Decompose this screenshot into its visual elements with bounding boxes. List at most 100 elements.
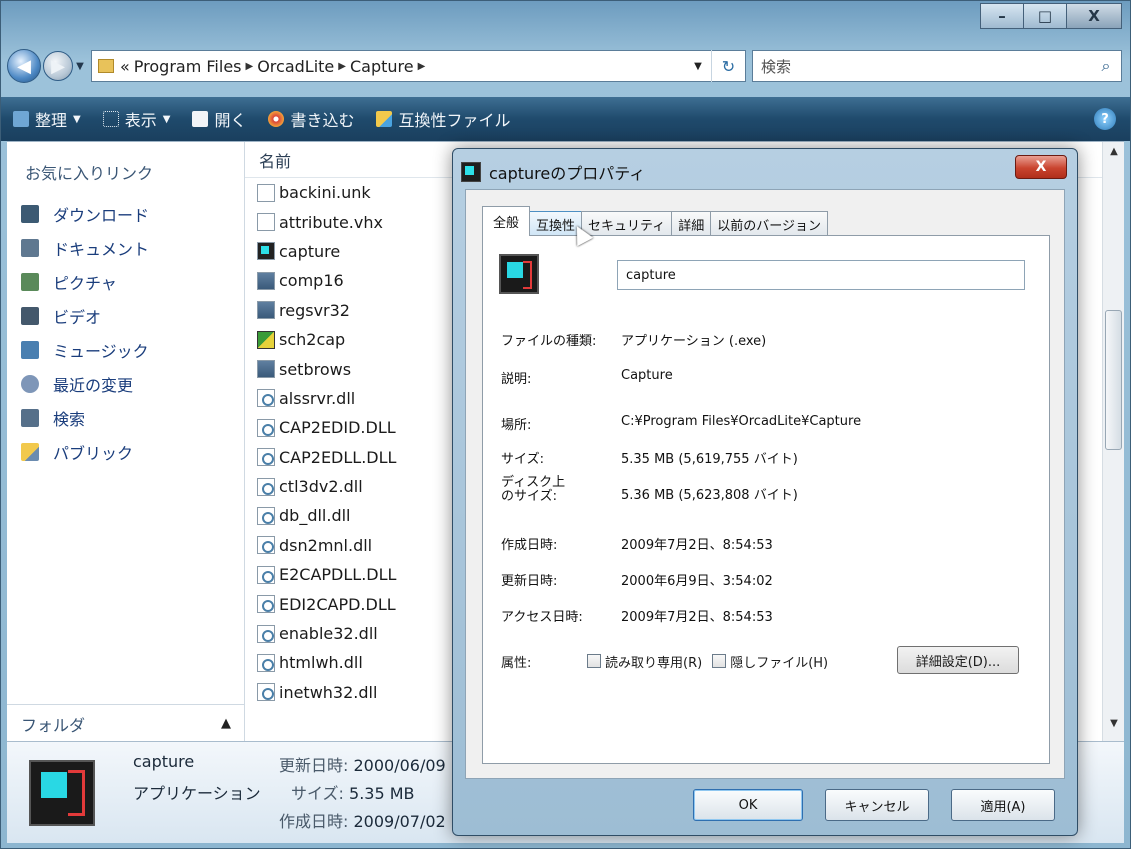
file-row[interactable]: sch2cap bbox=[257, 325, 396, 354]
search-input[interactable]: 検索 ⌕ bbox=[752, 50, 1122, 82]
file-row[interactable]: CAP2EDID.DLL bbox=[257, 413, 396, 442]
dialog-body: 全般 互換性 セキュリティ 詳細 以前のバージョン capture ファイルの種… bbox=[465, 189, 1065, 779]
tab-strip: 全般 互換性 セキュリティ 詳細 以前のバージョン bbox=[482, 206, 829, 236]
file-row[interactable]: CAP2EDLL.DLL bbox=[257, 443, 396, 472]
organize-button[interactable]: 整理 ▼ bbox=[13, 107, 81, 131]
advanced-button[interactable]: 詳細設定(D)... bbox=[897, 646, 1019, 674]
divider bbox=[499, 308, 1033, 309]
view-icon bbox=[102, 111, 119, 127]
file-row[interactable]: htmlwh.dll bbox=[257, 648, 396, 677]
file-row[interactable]: ctl3dv2.dll bbox=[257, 472, 396, 501]
dll-file-icon bbox=[257, 653, 275, 672]
chevron-up-icon: ▲ bbox=[221, 716, 231, 731]
breadcrumb-orcadlite[interactable]: OrcadLite bbox=[257, 57, 334, 76]
file-row[interactable]: capture bbox=[257, 237, 396, 266]
tab-details[interactable]: 詳細 bbox=[671, 211, 712, 236]
breadcrumb-separator-icon[interactable]: ▶ bbox=[246, 61, 254, 72]
back-button[interactable]: ◀ bbox=[7, 49, 41, 83]
view-label: 表示 bbox=[124, 111, 157, 130]
file-row[interactable]: backini.unk bbox=[257, 178, 396, 207]
breadcrumb-overflow[interactable]: « bbox=[120, 57, 130, 76]
minimize-button[interactable]: – bbox=[980, 3, 1024, 29]
file-icon bbox=[257, 183, 275, 202]
file-row[interactable]: regsvr32 bbox=[257, 296, 396, 325]
file-row[interactable]: alssrvr.dll bbox=[257, 384, 396, 413]
close-window-button[interactable]: X bbox=[1066, 3, 1122, 29]
nav-item-label: ドキュメント bbox=[53, 240, 150, 259]
breadcrumb-separator-icon[interactable]: ▶ bbox=[338, 61, 346, 72]
file-name-input[interactable]: capture bbox=[617, 260, 1025, 290]
details-file-type: アプリケーション bbox=[133, 784, 261, 803]
details-modified-label: 更新日時: bbox=[279, 756, 349, 775]
file-name: regsvr32 bbox=[279, 300, 350, 320]
hidden-label: 隠しファイル(H) bbox=[730, 655, 829, 671]
burn-button[interactable]: 書き込む bbox=[268, 107, 354, 131]
address-dropdown-icon[interactable]: ▼ bbox=[685, 61, 711, 72]
tab-security[interactable]: セキュリティ bbox=[581, 211, 673, 236]
file-row[interactable]: attribute.vhx bbox=[257, 207, 396, 236]
cancel-button[interactable]: キャンセル bbox=[825, 789, 929, 821]
tab-general[interactable]: 全般 bbox=[482, 206, 531, 236]
caption-buttons: – □ X bbox=[980, 3, 1122, 29]
videos-icon bbox=[21, 307, 39, 325]
checkbox-box[interactable] bbox=[587, 654, 601, 668]
file-name: db_dll.dll bbox=[279, 506, 351, 526]
checkbox-box[interactable] bbox=[712, 654, 727, 668]
burn-label: 書き込む bbox=[290, 111, 355, 130]
dll-file-icon bbox=[257, 683, 275, 702]
scroll-down-icon[interactable]: ▼ bbox=[1103, 718, 1125, 738]
file-icon bbox=[257, 213, 275, 232]
recent-pages-dropdown[interactable]: ▼ bbox=[73, 61, 87, 72]
file-row[interactable]: comp16 bbox=[257, 266, 396, 295]
favorite-links-header: お気に入りリンク bbox=[25, 164, 154, 183]
nav-item-downloads[interactable]: ダウンロード bbox=[21, 197, 149, 231]
properties-dialog: captureのプロパティ X 全般 互換性 セキュリティ 詳細 以前のバージョ… bbox=[452, 148, 1078, 836]
nav-item-label: ダウンロード bbox=[53, 206, 150, 225]
file-row[interactable]: db_dll.dll bbox=[257, 501, 396, 530]
file-row[interactable]: enable32.dll bbox=[257, 619, 396, 648]
nav-item-label: ビデオ bbox=[53, 308, 102, 327]
nav-item-videos[interactable]: ビデオ bbox=[21, 299, 149, 333]
scroll-up-icon[interactable]: ▲ bbox=[1103, 146, 1125, 166]
open-button[interactable]: 開く bbox=[192, 107, 246, 131]
readonly-checkbox[interactable]: 読み取り専用(R) bbox=[587, 652, 702, 671]
hidden-checkbox[interactable]: 隠しファイル(H) bbox=[712, 652, 828, 671]
compat-files-button[interactable]: 互換性ファイル bbox=[376, 107, 510, 131]
file-row[interactable]: EDI2CAPD.DLL bbox=[257, 589, 396, 618]
nav-item-pictures[interactable]: ピクチャ bbox=[21, 265, 149, 299]
search-icon[interactable]: ⌕ bbox=[1091, 56, 1121, 76]
nav-item-music[interactable]: ミュージック bbox=[21, 333, 149, 367]
breadcrumb-capture[interactable]: Capture bbox=[350, 57, 414, 76]
details-size-label: サイズ: bbox=[291, 784, 344, 803]
nav-item-recent[interactable]: 最近の変更 bbox=[21, 367, 149, 401]
file-row[interactable]: inetwh32.dll bbox=[257, 678, 396, 707]
dll-file-icon bbox=[257, 418, 275, 437]
music-icon bbox=[21, 341, 39, 359]
folders-toggle[interactable]: フォルダ ▲ bbox=[7, 704, 245, 742]
dialog-close-button[interactable]: X bbox=[1015, 155, 1067, 179]
scroll-thumb[interactable] bbox=[1105, 310, 1122, 450]
vertical-scrollbar[interactable]: ▲ ▼ bbox=[1102, 142, 1124, 742]
ok-button[interactable]: OK bbox=[693, 789, 803, 821]
address-bar[interactable]: « Program Files ▶ OrcadLite ▶ Capture ▶ … bbox=[91, 50, 746, 82]
apply-button[interactable]: 適用(A) bbox=[951, 789, 1055, 821]
view-button[interactable]: 表示 ▼ bbox=[102, 107, 170, 131]
capture-app-icon bbox=[499, 254, 539, 294]
file-row[interactable]: setbrows bbox=[257, 354, 396, 383]
tab-previous-versions[interactable]: 以前のバージョン bbox=[710, 211, 829, 236]
application-icon bbox=[257, 330, 275, 349]
details-created-value: 2009/07/02 bbox=[353, 812, 446, 831]
organize-icon bbox=[13, 111, 29, 127]
breadcrumb-separator-icon[interactable]: ▶ bbox=[418, 61, 426, 72]
file-name: ctl3dv2.dll bbox=[279, 477, 363, 497]
nav-item-public[interactable]: パブリック bbox=[21, 435, 149, 469]
nav-item-search[interactable]: 検索 bbox=[21, 401, 149, 435]
breadcrumb-program-files[interactable]: Program Files bbox=[134, 57, 242, 76]
maximize-button[interactable]: □ bbox=[1023, 3, 1067, 29]
nav-item-documents[interactable]: ドキュメント bbox=[21, 231, 149, 265]
file-row[interactable]: E2CAPDLL.DLL bbox=[257, 560, 396, 589]
refresh-icon[interactable]: ↻ bbox=[711, 50, 745, 82]
help-icon[interactable]: ? bbox=[1094, 108, 1116, 130]
forward-button[interactable]: ▶ bbox=[43, 51, 73, 81]
file-row[interactable]: dsn2mnl.dll bbox=[257, 531, 396, 560]
